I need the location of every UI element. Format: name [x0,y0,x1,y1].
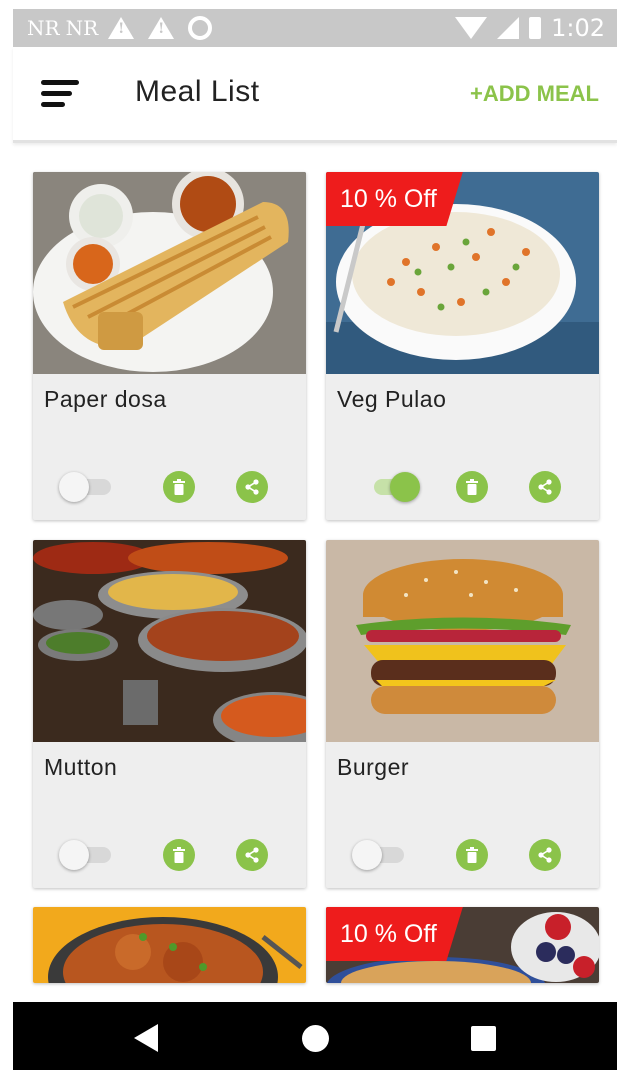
meal-card[interactable]: Paper dosa [33,172,306,520]
discount-badge: 10 % Off [326,172,463,226]
share-icon [538,847,552,863]
share-button[interactable] [529,471,561,503]
back-icon[interactable] [134,1024,158,1052]
meal-card[interactable]: 10 % Off Veg Pulao [326,172,599,520]
delete-button[interactable] [163,471,195,503]
meal-image [326,540,599,742]
meal-image [33,172,306,374]
circle-icon [188,16,213,40]
carrier-label: NR [27,16,60,40]
share-button[interactable] [236,839,268,871]
status-bar: NR NR 1:02 [13,9,617,47]
share-icon [245,847,259,863]
meal-card[interactable] [33,907,306,983]
home-icon[interactable] [302,1025,329,1052]
trash-icon [173,479,185,495]
trash-icon [173,847,185,863]
battery-icon [529,17,542,39]
meal-image [33,907,306,983]
carrier-label: NR [65,16,99,40]
warning-icon [148,17,175,39]
share-button[interactable] [529,839,561,871]
signal-icon [497,17,520,39]
add-meal-button[interactable]: +ADD MEAL [470,81,599,107]
availability-toggle[interactable] [59,840,113,870]
meal-image [33,540,306,742]
app-bar: Meal List +ADD MEAL [13,47,617,143]
meal-name: Mutton [44,754,118,780]
meal-name: Burger [337,754,410,780]
discount-badge: 10 % Off [326,907,463,961]
recents-icon[interactable] [471,1026,496,1051]
trash-icon [466,847,478,863]
share-icon [538,479,552,495]
share-icon [245,479,259,495]
delete-button[interactable] [163,839,195,871]
page-title: Meal List [135,75,260,108]
meal-name: Paper dosa [44,386,167,412]
availability-toggle[interactable] [352,840,406,870]
status-time: 1:02 [551,14,605,42]
delete-button[interactable] [456,839,488,871]
meal-card[interactable]: 10 % Off [326,907,599,983]
meal-name: Veg Pulao [337,386,447,412]
delete-button[interactable] [456,471,488,503]
menu-icon[interactable] [41,80,79,108]
meal-card[interactable]: Mutton [33,540,306,888]
share-button[interactable] [236,471,268,503]
warning-icon [108,17,135,39]
availability-toggle[interactable] [59,472,113,502]
trash-icon [466,479,478,495]
wifi-icon [455,17,488,39]
meal-card[interactable]: Burger [326,540,599,888]
availability-toggle[interactable] [366,472,420,502]
navigation-bar [13,1002,617,1070]
